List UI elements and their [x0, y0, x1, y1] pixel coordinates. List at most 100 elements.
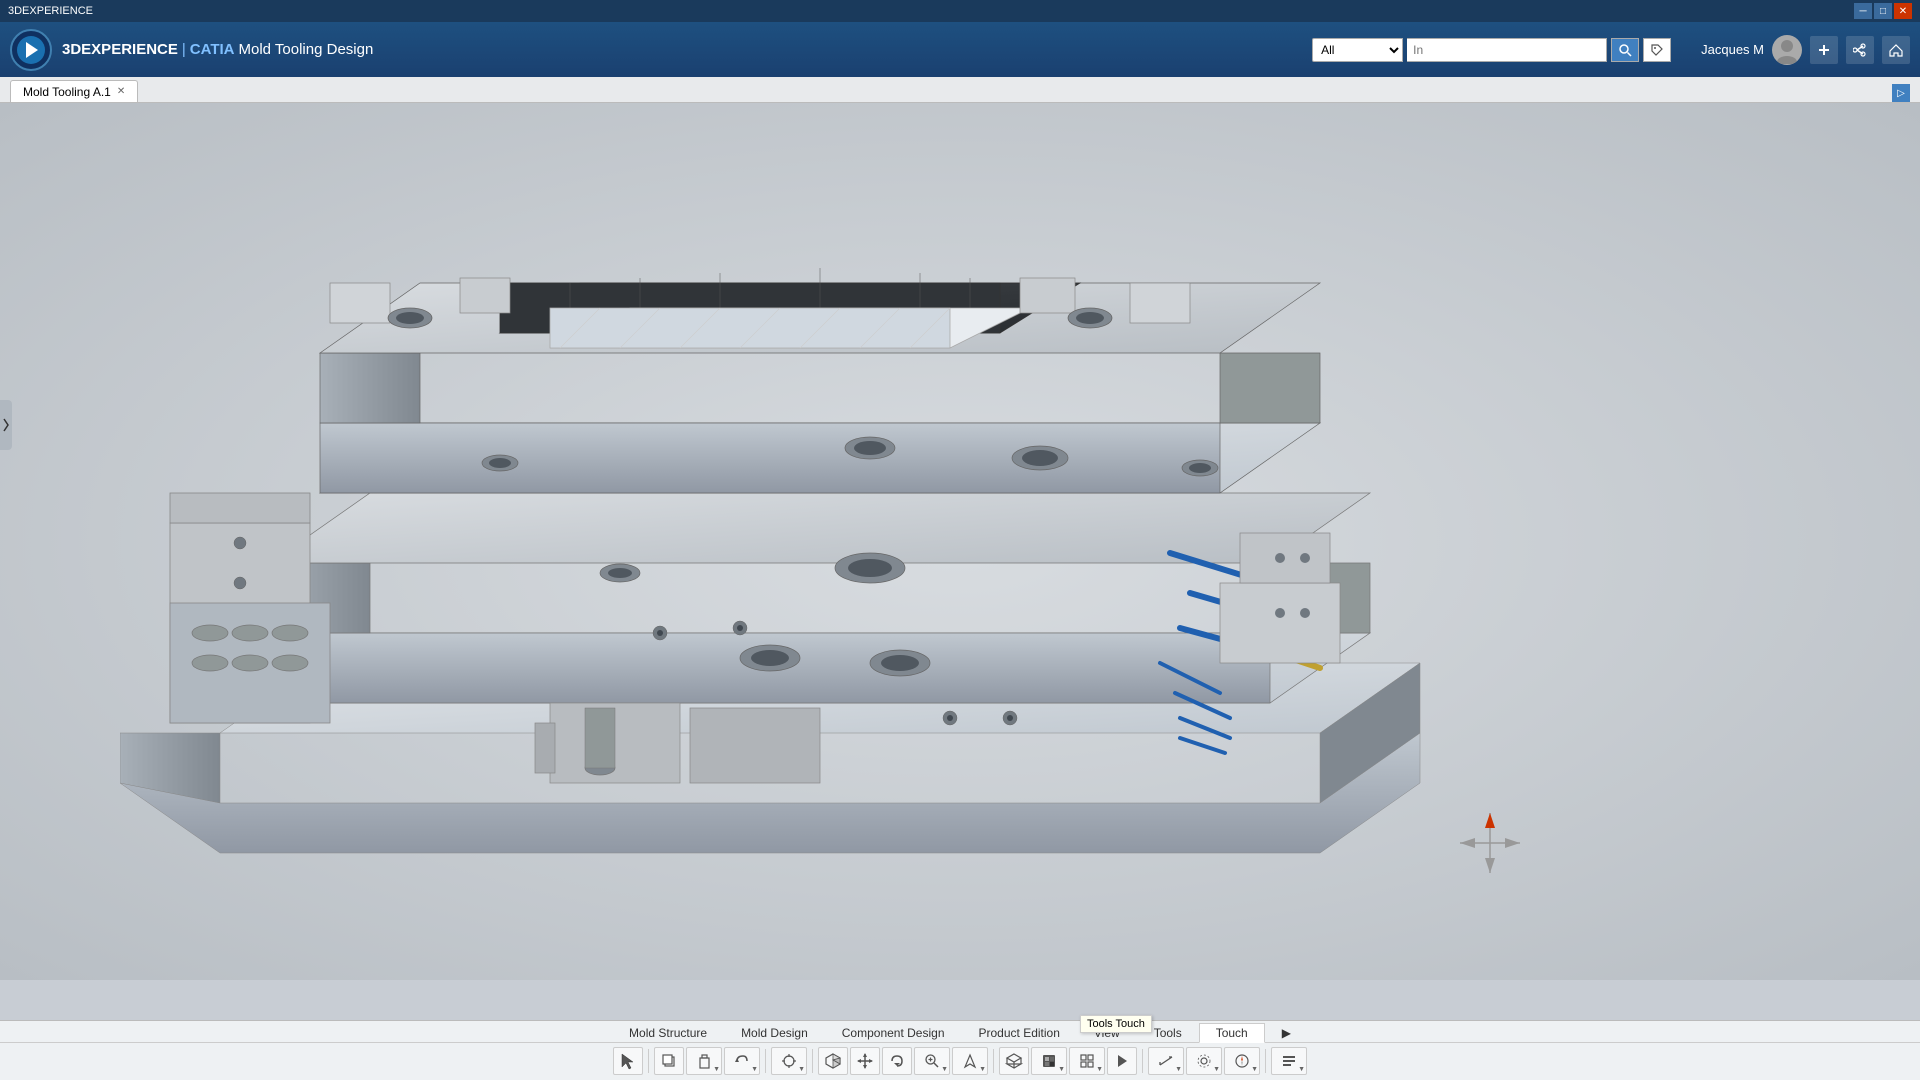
left-panel-toggle[interactable]	[0, 400, 12, 450]
toolbar-tab-product-edition[interactable]: Product Edition	[962, 1023, 1077, 1042]
paste-button[interactable]: ▼	[686, 1047, 722, 1075]
user-area: Jacques M	[1701, 35, 1910, 65]
model-3d-view	[120, 153, 1520, 903]
flythrough-icon	[962, 1053, 978, 1069]
dropdown-arrow-icon-6: ▼	[1058, 1066, 1065, 1073]
title-bar: 3DEXPERIENCE ─ □ ✕	[0, 0, 1920, 22]
tab-label: Mold Tooling A.1	[23, 85, 111, 99]
measure-icon	[1158, 1053, 1174, 1069]
separator-4	[993, 1049, 994, 1073]
title-bar-text: 3DEXPERIENCE	[8, 5, 93, 17]
dropdown-arrow-icon-9: ▼	[1213, 1066, 1220, 1073]
tooltip-text: Tools Touch	[1087, 1018, 1145, 1030]
home-icon	[1889, 43, 1903, 57]
zoom-button[interactable]: ▼	[914, 1047, 950, 1075]
plus-icon	[1817, 43, 1831, 57]
brand-label: 3DEXPERIENCE	[62, 41, 178, 58]
grid-icon	[1079, 1053, 1095, 1069]
compass-button[interactable]: ▼	[1224, 1047, 1260, 1075]
tag-icon	[1650, 43, 1664, 57]
toolbar-tab-mold-design[interactable]: Mold Design	[724, 1023, 825, 1042]
search-icon	[1618, 43, 1632, 57]
logo-area	[10, 29, 52, 71]
view-cube-icon	[824, 1052, 842, 1070]
copy-button[interactable]	[654, 1047, 684, 1075]
app-name-label: Mold Tooling Design	[239, 41, 374, 58]
username-label: Jacques M	[1701, 42, 1764, 57]
view-settings-button[interactable]: ▼	[1186, 1047, 1222, 1075]
dropdown-arrow-icon-2: ▼	[751, 1066, 758, 1073]
header: 3DEXPERIENCE | CATIA Mold Tooling Design…	[0, 22, 1920, 77]
play-icon-toolbar	[1114, 1053, 1130, 1069]
product-line-label: CATIA	[190, 41, 235, 58]
dropdown-arrow-icon-10: ▼	[1251, 1066, 1258, 1073]
home-button[interactable]	[1882, 36, 1910, 64]
play-animation-button[interactable]	[1107, 1047, 1137, 1075]
separator: |	[182, 41, 186, 58]
user-avatar[interactable]	[1772, 35, 1802, 65]
separator-6	[1265, 1049, 1266, 1073]
tab-mold-tooling[interactable]: Mold Tooling A.1 ✕	[10, 80, 138, 102]
close-button[interactable]: ✕	[1894, 3, 1912, 19]
tools-touch-tooltip: Tools Touch	[1080, 1015, 1152, 1033]
avatar-image	[1773, 36, 1801, 64]
bottom-toolbar: Mold Structure Mold Design Component Des…	[0, 1020, 1920, 1080]
rotate-icon	[888, 1052, 906, 1070]
copy-icon	[661, 1053, 677, 1069]
snap-icon	[781, 1053, 797, 1069]
toolbar-tab-mold-structure[interactable]: Mold Structure	[612, 1023, 724, 1042]
share-button[interactable]	[1846, 36, 1874, 64]
logo-inner	[17, 36, 45, 64]
minimize-button[interactable]: ─	[1854, 3, 1872, 19]
toolbar-tab-more[interactable]: ▶	[1265, 1023, 1308, 1042]
play-icon	[26, 42, 38, 58]
separator-1	[648, 1049, 649, 1073]
tab-close-button[interactable]: ✕	[117, 86, 125, 97]
add-button[interactable]	[1810, 36, 1838, 64]
app-title-area: 3DEXPERIENCE | CATIA Mold Tooling Design	[62, 41, 373, 58]
pan-button[interactable]	[850, 1047, 880, 1075]
toolbar-tab-component-design[interactable]: Component Design	[825, 1023, 962, 1042]
dropdown-arrow-icon: ▼	[713, 1066, 720, 1073]
pan-icon	[856, 1052, 874, 1070]
toolbar-tabs: Mold Structure Mold Design Component Des…	[0, 1021, 1920, 1043]
search-input[interactable]	[1407, 38, 1607, 62]
window-controls: ─ □ ✕	[1854, 3, 1912, 19]
display-mode-button[interactable]: ▼	[1031, 1047, 1067, 1075]
search-button[interactable]	[1611, 38, 1639, 62]
measure-button[interactable]: ▼	[1148, 1047, 1184, 1075]
paste-icon	[696, 1053, 712, 1069]
isometric-icon	[1005, 1052, 1023, 1070]
undo-button[interactable]: ▼	[724, 1047, 760, 1075]
separator-3	[812, 1049, 813, 1073]
zoom-icon	[924, 1053, 940, 1069]
toolbar-tab-touch[interactable]: Touch	[1199, 1023, 1265, 1043]
snap-button[interactable]: ▼	[771, 1047, 807, 1075]
app-logo[interactable]	[10, 29, 52, 71]
dropdown-arrow-icon-7: ▼	[1096, 1066, 1103, 1073]
view-cube-button[interactable]	[818, 1047, 848, 1075]
share-icon	[1853, 43, 1867, 57]
more-tools-icon	[1281, 1053, 1297, 1069]
viewport	[0, 103, 1920, 980]
isometric-button[interactable]	[999, 1047, 1029, 1075]
maximize-button[interactable]: □	[1874, 3, 1892, 19]
tag-button[interactable]	[1643, 38, 1671, 62]
grid-button[interactable]: ▼	[1069, 1047, 1105, 1075]
undo-icon	[734, 1053, 750, 1069]
display-mode-icon	[1041, 1053, 1057, 1069]
right-panel-toggle[interactable]: ▷	[1892, 84, 1910, 102]
flythrough-button[interactable]: ▼	[952, 1047, 988, 1075]
rotate-button[interactable]	[882, 1047, 912, 1075]
separator-2	[765, 1049, 766, 1073]
separator-5	[1142, 1049, 1143, 1073]
more-tools-button[interactable]: ▼	[1271, 1047, 1307, 1075]
search-area: All Name Description	[1312, 38, 1671, 62]
search-filter-select[interactable]: All Name Description	[1312, 38, 1403, 62]
select-tool-button[interactable]	[613, 1047, 643, 1075]
dropdown-arrow-icon-8: ▼	[1175, 1066, 1182, 1073]
compass-icon	[1234, 1053, 1250, 1069]
dropdown-arrow-icon-5: ▼	[979, 1066, 986, 1073]
toolbar-icons-row: ▼ ▼ ▼	[603, 1043, 1317, 1079]
dropdown-arrow-icon-11: ▼	[1298, 1066, 1305, 1073]
